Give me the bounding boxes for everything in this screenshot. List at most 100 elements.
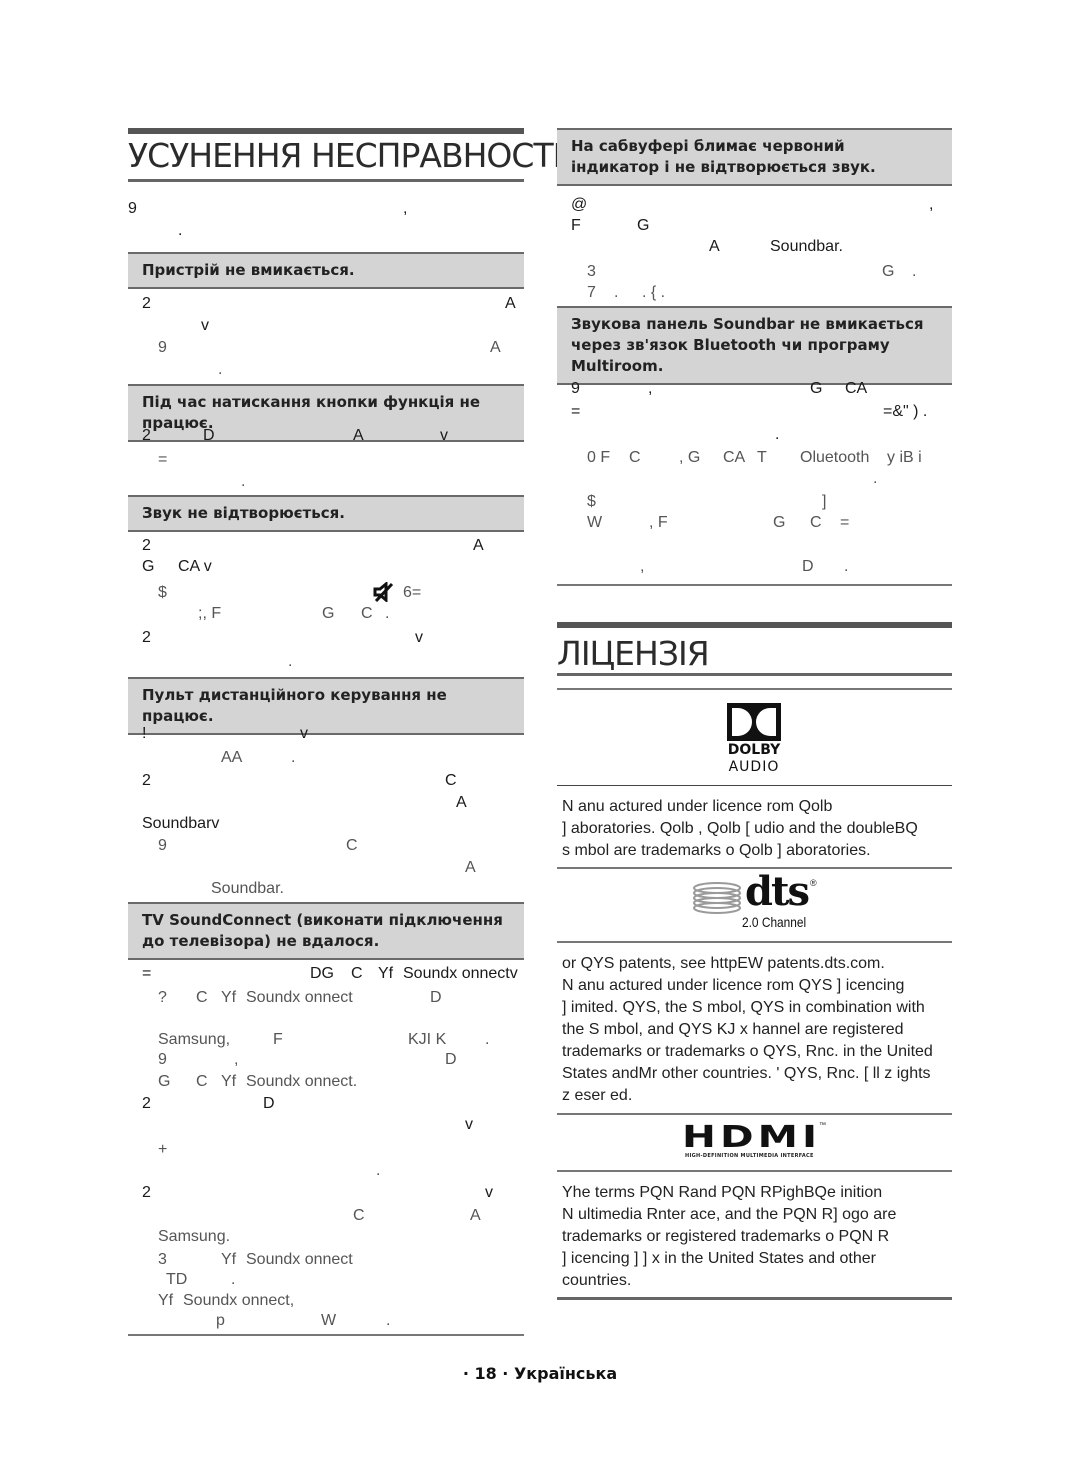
issue-text-line: 2 A bbox=[128, 293, 524, 315]
text-fragment: , bbox=[234, 1051, 239, 1068]
license-text-line: or QYS patents, see httpEW patents.dts.c… bbox=[562, 955, 885, 972]
license-text-line: Yhe terms PQN Rand PQN RPighBQe inition bbox=[562, 1184, 883, 1201]
text-fragment: v bbox=[300, 725, 308, 742]
text-fragment: 2 bbox=[142, 1184, 151, 1201]
issue-text-line: 2 v bbox=[128, 1182, 524, 1204]
license-text-line: s mbol are trademarks o Qolb ] aboratori… bbox=[562, 842, 871, 859]
text-fragment: 7 bbox=[587, 284, 596, 301]
text-fragment: C bbox=[353, 1207, 365, 1224]
text-fragment: Samsung, bbox=[158, 1031, 231, 1048]
text-fragment: . bbox=[912, 263, 917, 280]
text-fragment: AA bbox=[221, 749, 243, 766]
text-fragment: ? bbox=[158, 989, 167, 1006]
license-text-line: N anu actured under licence rom Qolb bbox=[562, 798, 833, 815]
text-fragment: . bbox=[775, 426, 780, 443]
license-text-line: ] aboratories. Qolb , Qolb [ udio and th… bbox=[562, 820, 918, 837]
text-fragment: 9 bbox=[128, 200, 137, 217]
license-text-line: ] imited. QYS, the S mbol, QYS in combin… bbox=[562, 999, 925, 1016]
text-fragment: . bbox=[178, 222, 183, 239]
issue-heading-bluetooth: Звукова панель Soundbar не вмикається че… bbox=[557, 306, 952, 385]
text-fragment: F bbox=[571, 217, 581, 234]
text-fragment: Soundbarv bbox=[142, 815, 220, 832]
license-divider bbox=[557, 1170, 952, 1172]
issue-text-line: 2 A bbox=[128, 535, 524, 557]
issue-text-line: F G bbox=[557, 215, 952, 237]
issue-subtext-line: . bbox=[128, 471, 524, 493]
issue-subtext-line: , D . bbox=[557, 556, 952, 578]
text-fragment: . bbox=[288, 653, 293, 670]
text-fragment: + bbox=[158, 1141, 168, 1158]
issue-text-line: 2 C bbox=[128, 770, 524, 792]
text-fragment: . { . bbox=[642, 284, 666, 301]
text-fragment: Yf bbox=[158, 1292, 174, 1309]
text-fragment: , bbox=[648, 380, 653, 397]
text-fragment: A bbox=[473, 537, 484, 554]
issue-subtext-line: Samsung, F KJI K . bbox=[128, 1029, 524, 1051]
issue-heading-soundconnect: TV SoundConnect (виконати підключення до… bbox=[128, 902, 524, 960]
text-fragment: v bbox=[415, 629, 423, 646]
issue-subtext-line: $ 6= bbox=[128, 580, 524, 604]
text-fragment: D bbox=[445, 1051, 457, 1068]
text-fragment: Oluetooth bbox=[800, 449, 870, 466]
text-fragment: C bbox=[196, 1073, 208, 1090]
text-fragment: DG bbox=[310, 965, 334, 982]
license-text-line: N anu actured under licence rom QYS ] ic… bbox=[562, 977, 905, 994]
text-fragment: G bbox=[810, 380, 823, 397]
text-fragment: 2 bbox=[142, 295, 151, 312]
text-fragment: 3 bbox=[587, 263, 596, 280]
text-fragment: C bbox=[445, 772, 457, 789]
text-fragment: Soundbar. bbox=[211, 880, 284, 897]
issue-subtext-line: . bbox=[128, 1160, 524, 1182]
issue-text-line: = =&" ) . bbox=[557, 401, 952, 423]
dolby-license-text: N anu actured under licence rom Qolb ] a… bbox=[562, 796, 952, 862]
text-fragment: A bbox=[490, 339, 501, 356]
issue-subtext-line: 0 F C , G CA T Oluetooth y iB i bbox=[557, 447, 952, 469]
issue-text-line: @ , bbox=[557, 194, 952, 216]
license-text-line: the S mbol, and QYS KJ x hannel are regi… bbox=[562, 1021, 904, 1038]
text-fragment: A bbox=[709, 238, 720, 255]
section-rule-top bbox=[557, 622, 952, 628]
hdmi-logo: HDMI ™ HIGH-DEFINITION MULTIMEDIA INTERF… bbox=[557, 1120, 952, 1164]
issue-subtext-line: G C Yf Soundx onnect. bbox=[128, 1071, 524, 1093]
text-fragment: T bbox=[757, 449, 767, 466]
text-fragment: v bbox=[465, 1116, 473, 1133]
text-fragment: . bbox=[231, 1271, 236, 1288]
text-fragment: =&" ) . bbox=[883, 403, 928, 420]
text-fragment: CA v bbox=[178, 558, 212, 575]
issue-text-line: 9 , G CA bbox=[557, 378, 952, 400]
license-text-line: trademarks or trademarks o QYS, Rnc. in … bbox=[562, 1043, 933, 1060]
text-fragment: 3 bbox=[158, 1251, 167, 1268]
text-fragment: , bbox=[403, 200, 408, 217]
text-fragment: = bbox=[840, 514, 850, 531]
issue-text-line: A Soundbar. bbox=[557, 236, 952, 258]
text-fragment: 2 bbox=[142, 1095, 151, 1112]
intro-line: . bbox=[128, 220, 524, 242]
text-fragment: = bbox=[158, 451, 168, 468]
text-fragment: 9 bbox=[158, 837, 167, 854]
text-fragment: v bbox=[201, 317, 209, 334]
text-fragment: . bbox=[844, 558, 849, 575]
issue-subtext-line: AA . bbox=[128, 747, 524, 769]
issue-text-line: 2 D A v bbox=[128, 425, 524, 447]
dts-channel-label: 2.0 Channel bbox=[742, 914, 807, 930]
dolby-logo-audio: AUDIO bbox=[728, 759, 780, 775]
section-rule-bottom bbox=[557, 673, 952, 676]
text-fragment: C bbox=[351, 965, 363, 982]
text-fragment: A bbox=[353, 427, 364, 444]
text-fragment: , G bbox=[679, 449, 701, 466]
text-fragment: D bbox=[802, 558, 814, 575]
text-fragment: A bbox=[470, 1207, 481, 1224]
trademark-mark: ™ bbox=[819, 1122, 826, 1129]
issue-heading-no-sound: Звук не відтворюється. bbox=[128, 495, 524, 532]
text-fragment: 2 bbox=[142, 537, 151, 554]
text-fragment: p bbox=[216, 1312, 225, 1329]
text-fragment: G bbox=[322, 605, 335, 622]
text-fragment: Soundx onnect bbox=[246, 1251, 353, 1268]
text-fragment: C bbox=[629, 449, 641, 466]
license-divider bbox=[557, 1113, 952, 1115]
text-fragment: . bbox=[873, 470, 878, 487]
issue-text-line: = DG C Yf Soundx onnectv bbox=[128, 963, 524, 985]
dolby-logo-word: DOLBY bbox=[727, 742, 781, 758]
dolby-logo: DOLBY AUDIO bbox=[557, 700, 952, 780]
license-divider bbox=[557, 785, 952, 786]
